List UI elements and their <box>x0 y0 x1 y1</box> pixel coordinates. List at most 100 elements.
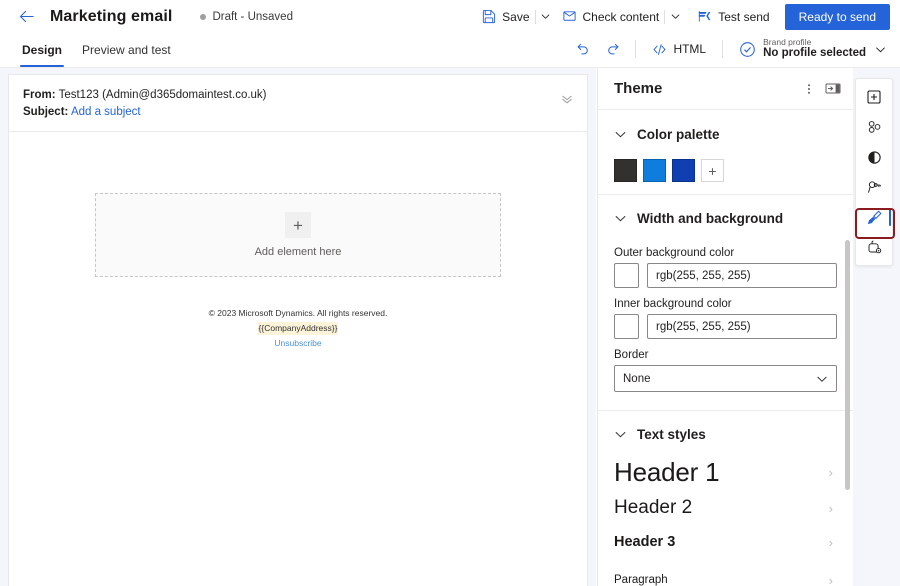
inner-bg-row <box>614 314 837 339</box>
theme-more-button[interactable] <box>797 77 821 101</box>
border-select-value: None <box>623 373 651 385</box>
inner-bg-label: Inner background color <box>614 298 837 310</box>
email-body: + Add element here © 2023 Microsoft Dyna… <box>9 193 587 350</box>
design-toolbar: HTML Brand profile No profile selected <box>569 34 892 64</box>
chevron-down-icon <box>875 44 886 55</box>
footer-unsubscribe-link[interactable]: Unsubscribe <box>274 338 321 348</box>
brand-check-icon <box>739 41 756 58</box>
rail-item-personalization[interactable] <box>859 173 889 201</box>
rail-item-contrast[interactable] <box>859 143 889 171</box>
redo-icon <box>605 41 621 57</box>
text-style-label: Header 3 <box>614 534 675 550</box>
color-palette-title: Color palette <box>637 127 720 142</box>
save-options-caret[interactable] <box>537 4 555 30</box>
theme-dock-button[interactable] <box>821 77 845 101</box>
ready-to-send-button[interactable]: Ready to send <box>785 4 890 30</box>
test-send-label: Test send <box>718 10 769 24</box>
border-label: Border <box>614 349 837 361</box>
email-from-row: From: Test123 (Admin@d365domaintest.co.u… <box>23 87 573 104</box>
footer-copyright: © 2023 Microsoft Dynamics. All rights re… <box>23 307 573 320</box>
inner-bg-input[interactable] <box>647 314 837 339</box>
status-text: Draft - Unsaved <box>212 11 293 23</box>
brand-profile-value: No profile selected <box>763 47 866 60</box>
check-content-options-caret[interactable] <box>666 4 684 30</box>
chevron-right-icon: › <box>829 502 837 515</box>
envelope-check-icon <box>562 9 577 24</box>
dropzone-label: Add element here <box>255 246 342 258</box>
width-background-title: Width and background <box>637 211 783 226</box>
more-vertical-icon <box>802 82 816 96</box>
text-style-header-1[interactable]: Header 1 › <box>614 453 837 491</box>
personalization-key-icon <box>866 179 883 196</box>
test-send-button[interactable]: Test send <box>690 4 776 30</box>
back-button[interactable] <box>12 2 42 32</box>
plus-icon: + <box>285 212 311 238</box>
rail-item-theme-brush[interactable] <box>859 203 889 231</box>
inner-bg-color-chip[interactable] <box>614 314 639 339</box>
border-select[interactable]: None <box>614 365 837 392</box>
email-subject-row: Subject: Add a subject <box>23 104 573 121</box>
tab-design[interactable]: Design <box>12 33 72 67</box>
theme-panel-scrollbar[interactable] <box>845 240 850 490</box>
email-preview-card: From: Test123 (Admin@d365domaintest.co.u… <box>8 74 588 586</box>
check-content-label: Check content <box>583 10 660 24</box>
outer-bg-row <box>614 263 837 288</box>
brand-profile-button[interactable]: Brand profile No profile selected <box>731 34 892 64</box>
html-button[interactable]: HTML <box>644 36 714 62</box>
theme-panel: Theme Color palette <box>597 68 853 586</box>
section-divider-2 <box>598 410 853 411</box>
add-element-dropzone[interactable]: + Add element here <box>95 193 501 277</box>
email-header: From: Test123 (Admin@d365domaintest.co.u… <box>9 75 587 132</box>
outer-bg-color-chip[interactable] <box>614 263 639 288</box>
toolbar-divider <box>635 40 636 58</box>
from-label: From: <box>23 89 56 101</box>
check-content-button[interactable]: Check content <box>555 4 667 30</box>
text-style-label: Paragraph <box>614 574 668 586</box>
expand-header-button[interactable] <box>557 89 577 109</box>
from-value: Test123 (Admin@d365domaintest.co.uk) <box>59 89 267 101</box>
section-divider-1 <box>598 194 853 195</box>
layout-blocks-icon <box>866 119 883 136</box>
chevron-down-icon <box>614 212 627 225</box>
section-color-palette: Color palette + <box>598 115 853 182</box>
add-subject-link[interactable]: Add a subject <box>71 106 141 118</box>
chevron-right-icon: › <box>829 466 837 479</box>
theme-panel-content: Color palette + Width and background <box>598 111 853 586</box>
contrast-circle-icon <box>867 150 882 165</box>
top-command-bar: Marketing email Draft - Unsaved Save Che… <box>0 0 900 33</box>
color-palette-header[interactable]: Color palette <box>614 115 837 153</box>
undo-icon <box>575 41 591 57</box>
tab-bar: Design Preview and test HTML <box>0 33 900 68</box>
chevron-down-icon <box>614 428 627 441</box>
text-style-paragraph[interactable]: Paragraph › <box>614 563 837 586</box>
tab-preview-and-test[interactable]: Preview and test <box>72 33 181 67</box>
color-swatch-2[interactable] <box>643 159 666 182</box>
add-color-button[interactable]: + <box>701 159 724 182</box>
chevron-down-icon <box>614 128 627 141</box>
email-designer-app: Marketing email Draft - Unsaved Save Che… <box>0 0 900 586</box>
text-style-label: Header 2 <box>614 497 692 519</box>
footer-company-address-token[interactable]: {{CompanyAddress}} <box>258 322 339 335</box>
redo-button[interactable] <box>599 35 627 63</box>
rail-item-ai-assist[interactable] <box>859 233 889 261</box>
send-flag-icon <box>697 9 712 24</box>
section-text-styles: Text styles Header 1 › Header 2 › Header… <box>598 415 853 586</box>
rail-item-add-element[interactable] <box>859 83 889 111</box>
html-label: HTML <box>673 42 706 56</box>
rail-item-layout-blocks[interactable] <box>859 113 889 141</box>
color-swatch-1[interactable] <box>614 159 637 182</box>
double-chevron-down-icon <box>560 92 574 106</box>
text-style-header-3[interactable]: Header 3 › <box>614 525 837 559</box>
save-disk-icon <box>481 9 496 24</box>
text-style-header-2[interactable]: Header 2 › <box>614 491 837 525</box>
undo-button[interactable] <box>569 35 597 63</box>
text-styles-header[interactable]: Text styles <box>614 415 837 453</box>
width-background-header[interactable]: Width and background <box>614 199 837 237</box>
text-style-label: Header 1 <box>614 457 719 488</box>
save-label: Save <box>502 10 529 24</box>
color-swatch-3[interactable] <box>672 159 695 182</box>
status-dot-icon <box>200 14 206 20</box>
save-button[interactable]: Save <box>474 4 536 30</box>
outer-bg-input[interactable] <box>647 263 837 288</box>
designer-tool-rail <box>855 78 893 266</box>
